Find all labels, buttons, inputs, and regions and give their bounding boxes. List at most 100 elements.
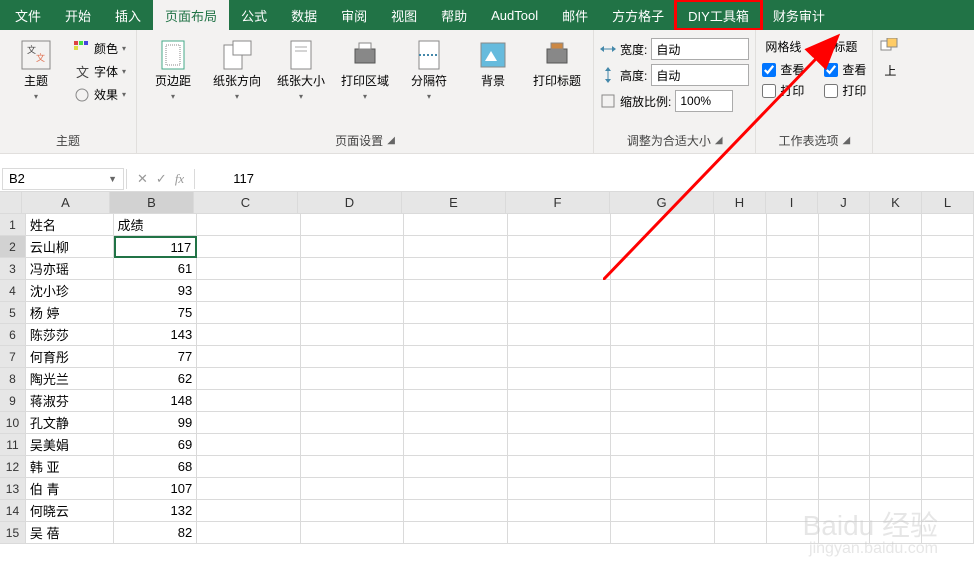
cell-A13[interactable]: 伯 青 <box>26 478 114 500</box>
tab-audtool[interactable]: AudTool <box>479 0 550 30</box>
cell-K15[interactable] <box>870 522 922 544</box>
cell-L15[interactable] <box>922 522 974 544</box>
cell-A3[interactable]: 冯亦瑶 <box>26 258 114 280</box>
cell-D1[interactable] <box>301 214 405 236</box>
print-titles-button[interactable]: 打印标题 <box>527 34 587 103</box>
cell-D11[interactable] <box>301 434 405 456</box>
cell-C8[interactable] <box>197 368 301 390</box>
col-header-K[interactable]: K <box>870 192 922 213</box>
cell-E8[interactable] <box>404 368 508 390</box>
row-header-7[interactable]: 7 <box>0 346 26 368</box>
cell-L6[interactable] <box>922 324 974 346</box>
cell-H5[interactable] <box>715 302 767 324</box>
headings-view-check[interactable]: 查看 <box>824 61 866 78</box>
tab-home[interactable]: 开始 <box>53 0 103 30</box>
cell-D10[interactable] <box>301 412 405 434</box>
tab-data[interactable]: 数据 <box>279 0 329 30</box>
cell-H11[interactable] <box>715 434 767 456</box>
cell-F13[interactable] <box>508 478 612 500</box>
cell-H1[interactable] <box>715 214 767 236</box>
cell-L12[interactable] <box>922 456 974 478</box>
cell-I13[interactable] <box>767 478 819 500</box>
tab-mail[interactable]: 邮件 <box>550 0 600 30</box>
cell-G11[interactable] <box>611 434 715 456</box>
cell-H10[interactable] <box>715 412 767 434</box>
cell-J15[interactable] <box>819 522 871 544</box>
col-header-J[interactable]: J <box>818 192 870 213</box>
row-header-4[interactable]: 4 <box>0 280 26 302</box>
row-header-1[interactable]: 1 <box>0 214 26 236</box>
cell-F6[interactable] <box>508 324 612 346</box>
cell-G14[interactable] <box>611 500 715 522</box>
width-input[interactable] <box>651 38 749 60</box>
cell-L1[interactable] <box>922 214 974 236</box>
row-header-14[interactable]: 14 <box>0 500 26 522</box>
cell-E15[interactable] <box>404 522 508 544</box>
cell-B12[interactable]: 68 <box>114 456 198 478</box>
row-header-6[interactable]: 6 <box>0 324 26 346</box>
cell-F7[interactable] <box>508 346 612 368</box>
cell-C9[interactable] <box>197 390 301 412</box>
col-header-L[interactable]: L <box>922 192 974 213</box>
size-button[interactable]: 纸张大小▾ <box>271 34 331 103</box>
cell-J6[interactable] <box>819 324 871 346</box>
row-header-3[interactable]: 3 <box>0 258 26 280</box>
formula-input[interactable]: 117 <box>195 171 974 186</box>
col-header-H[interactable]: H <box>714 192 766 213</box>
margins-button[interactable]: 页边距▾ <box>143 34 203 103</box>
cell-F10[interactable] <box>508 412 612 434</box>
tab-audit[interactable]: 财务审计 <box>761 0 837 30</box>
cell-D7[interactable] <box>301 346 405 368</box>
sheet-launcher[interactable]: ◢ <box>843 135 851 146</box>
cell-K2[interactable] <box>870 236 922 258</box>
background-button[interactable]: 背景 <box>463 34 523 103</box>
cell-G13[interactable] <box>611 478 715 500</box>
cell-A9[interactable]: 蒋淑芬 <box>26 390 114 412</box>
row-header-8[interactable]: 8 <box>0 368 26 390</box>
cell-F12[interactable] <box>508 456 612 478</box>
cell-A7[interactable]: 何育彤 <box>26 346 114 368</box>
cell-I14[interactable] <box>767 500 819 522</box>
cell-A1[interactable]: 姓名 <box>26 214 114 236</box>
cell-B1[interactable]: 成绩 <box>114 214 198 236</box>
cell-I8[interactable] <box>767 368 819 390</box>
row-header-12[interactable]: 12 <box>0 456 26 478</box>
orientation-button[interactable]: 纸张方向▾ <box>207 34 267 103</box>
cell-J7[interactable] <box>819 346 871 368</box>
cell-I15[interactable] <box>767 522 819 544</box>
cell-E9[interactable] <box>404 390 508 412</box>
cell-H2[interactable] <box>715 236 767 258</box>
cell-L13[interactable] <box>922 478 974 500</box>
cell-K9[interactable] <box>870 390 922 412</box>
cell-G8[interactable] <box>611 368 715 390</box>
row-header-5[interactable]: 5 <box>0 302 26 324</box>
cell-A8[interactable]: 陶光兰 <box>26 368 114 390</box>
cell-B7[interactable]: 77 <box>114 346 198 368</box>
cell-H6[interactable] <box>715 324 767 346</box>
cell-L5[interactable] <box>922 302 974 324</box>
cell-B14[interactable]: 132 <box>114 500 198 522</box>
cell-D8[interactable] <box>301 368 405 390</box>
tab-file[interactable]: 文件 <box>3 0 53 30</box>
cell-K3[interactable] <box>870 258 922 280</box>
cell-K1[interactable] <box>870 214 922 236</box>
print-area-button[interactable]: 打印区域▾ <box>335 34 395 103</box>
headings-print-check[interactable]: 打印 <box>824 82 866 99</box>
cell-H7[interactable] <box>715 346 767 368</box>
cell-I1[interactable] <box>767 214 819 236</box>
cell-B13[interactable]: 107 <box>114 478 198 500</box>
tab-view[interactable]: 视图 <box>379 0 429 30</box>
cell-L3[interactable] <box>922 258 974 280</box>
cell-J2[interactable] <box>819 236 871 258</box>
cell-E7[interactable] <box>404 346 508 368</box>
cell-B2[interactable]: 117 <box>114 236 198 258</box>
cell-A12[interactable]: 韩 亚 <box>26 456 114 478</box>
col-header-D[interactable]: D <box>298 192 402 213</box>
fonts-button[interactable]: 文 字体 ▾ <box>70 61 130 82</box>
cell-D9[interactable] <box>301 390 405 412</box>
col-header-E[interactable]: E <box>402 192 506 213</box>
tab-formulas[interactable]: 公式 <box>229 0 279 30</box>
themes-button[interactable]: 文文 主题▾ <box>6 34 66 103</box>
cell-D5[interactable] <box>301 302 405 324</box>
cell-L11[interactable] <box>922 434 974 456</box>
